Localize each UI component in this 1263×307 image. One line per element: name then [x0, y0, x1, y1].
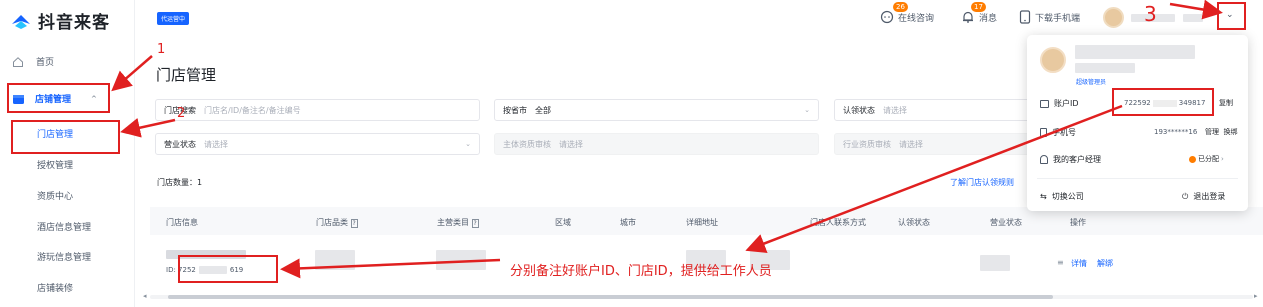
arrow-3: [1169, 0, 1223, 20]
arrow-to-store-id: [280, 258, 501, 279]
highlight-account-id: [1112, 88, 1214, 116]
highlight-store-management: [7, 83, 110, 113]
annotation-number-3: 3: [1144, 2, 1157, 26]
arrow-to-note-from-account: [745, 104, 1123, 253]
annotation-number-1: 1: [157, 42, 166, 57]
highlight-account-menu: [1217, 2, 1246, 30]
annotation-number-2: 2: [177, 106, 186, 121]
annotation-note: 分别备注好账户ID、门店ID，提供给工作人员: [510, 264, 772, 279]
arrow-2: [120, 118, 176, 138]
arrow-1: [111, 55, 153, 92]
highlight-store-id: [178, 255, 278, 283]
highlight-store-list: [11, 120, 120, 154]
